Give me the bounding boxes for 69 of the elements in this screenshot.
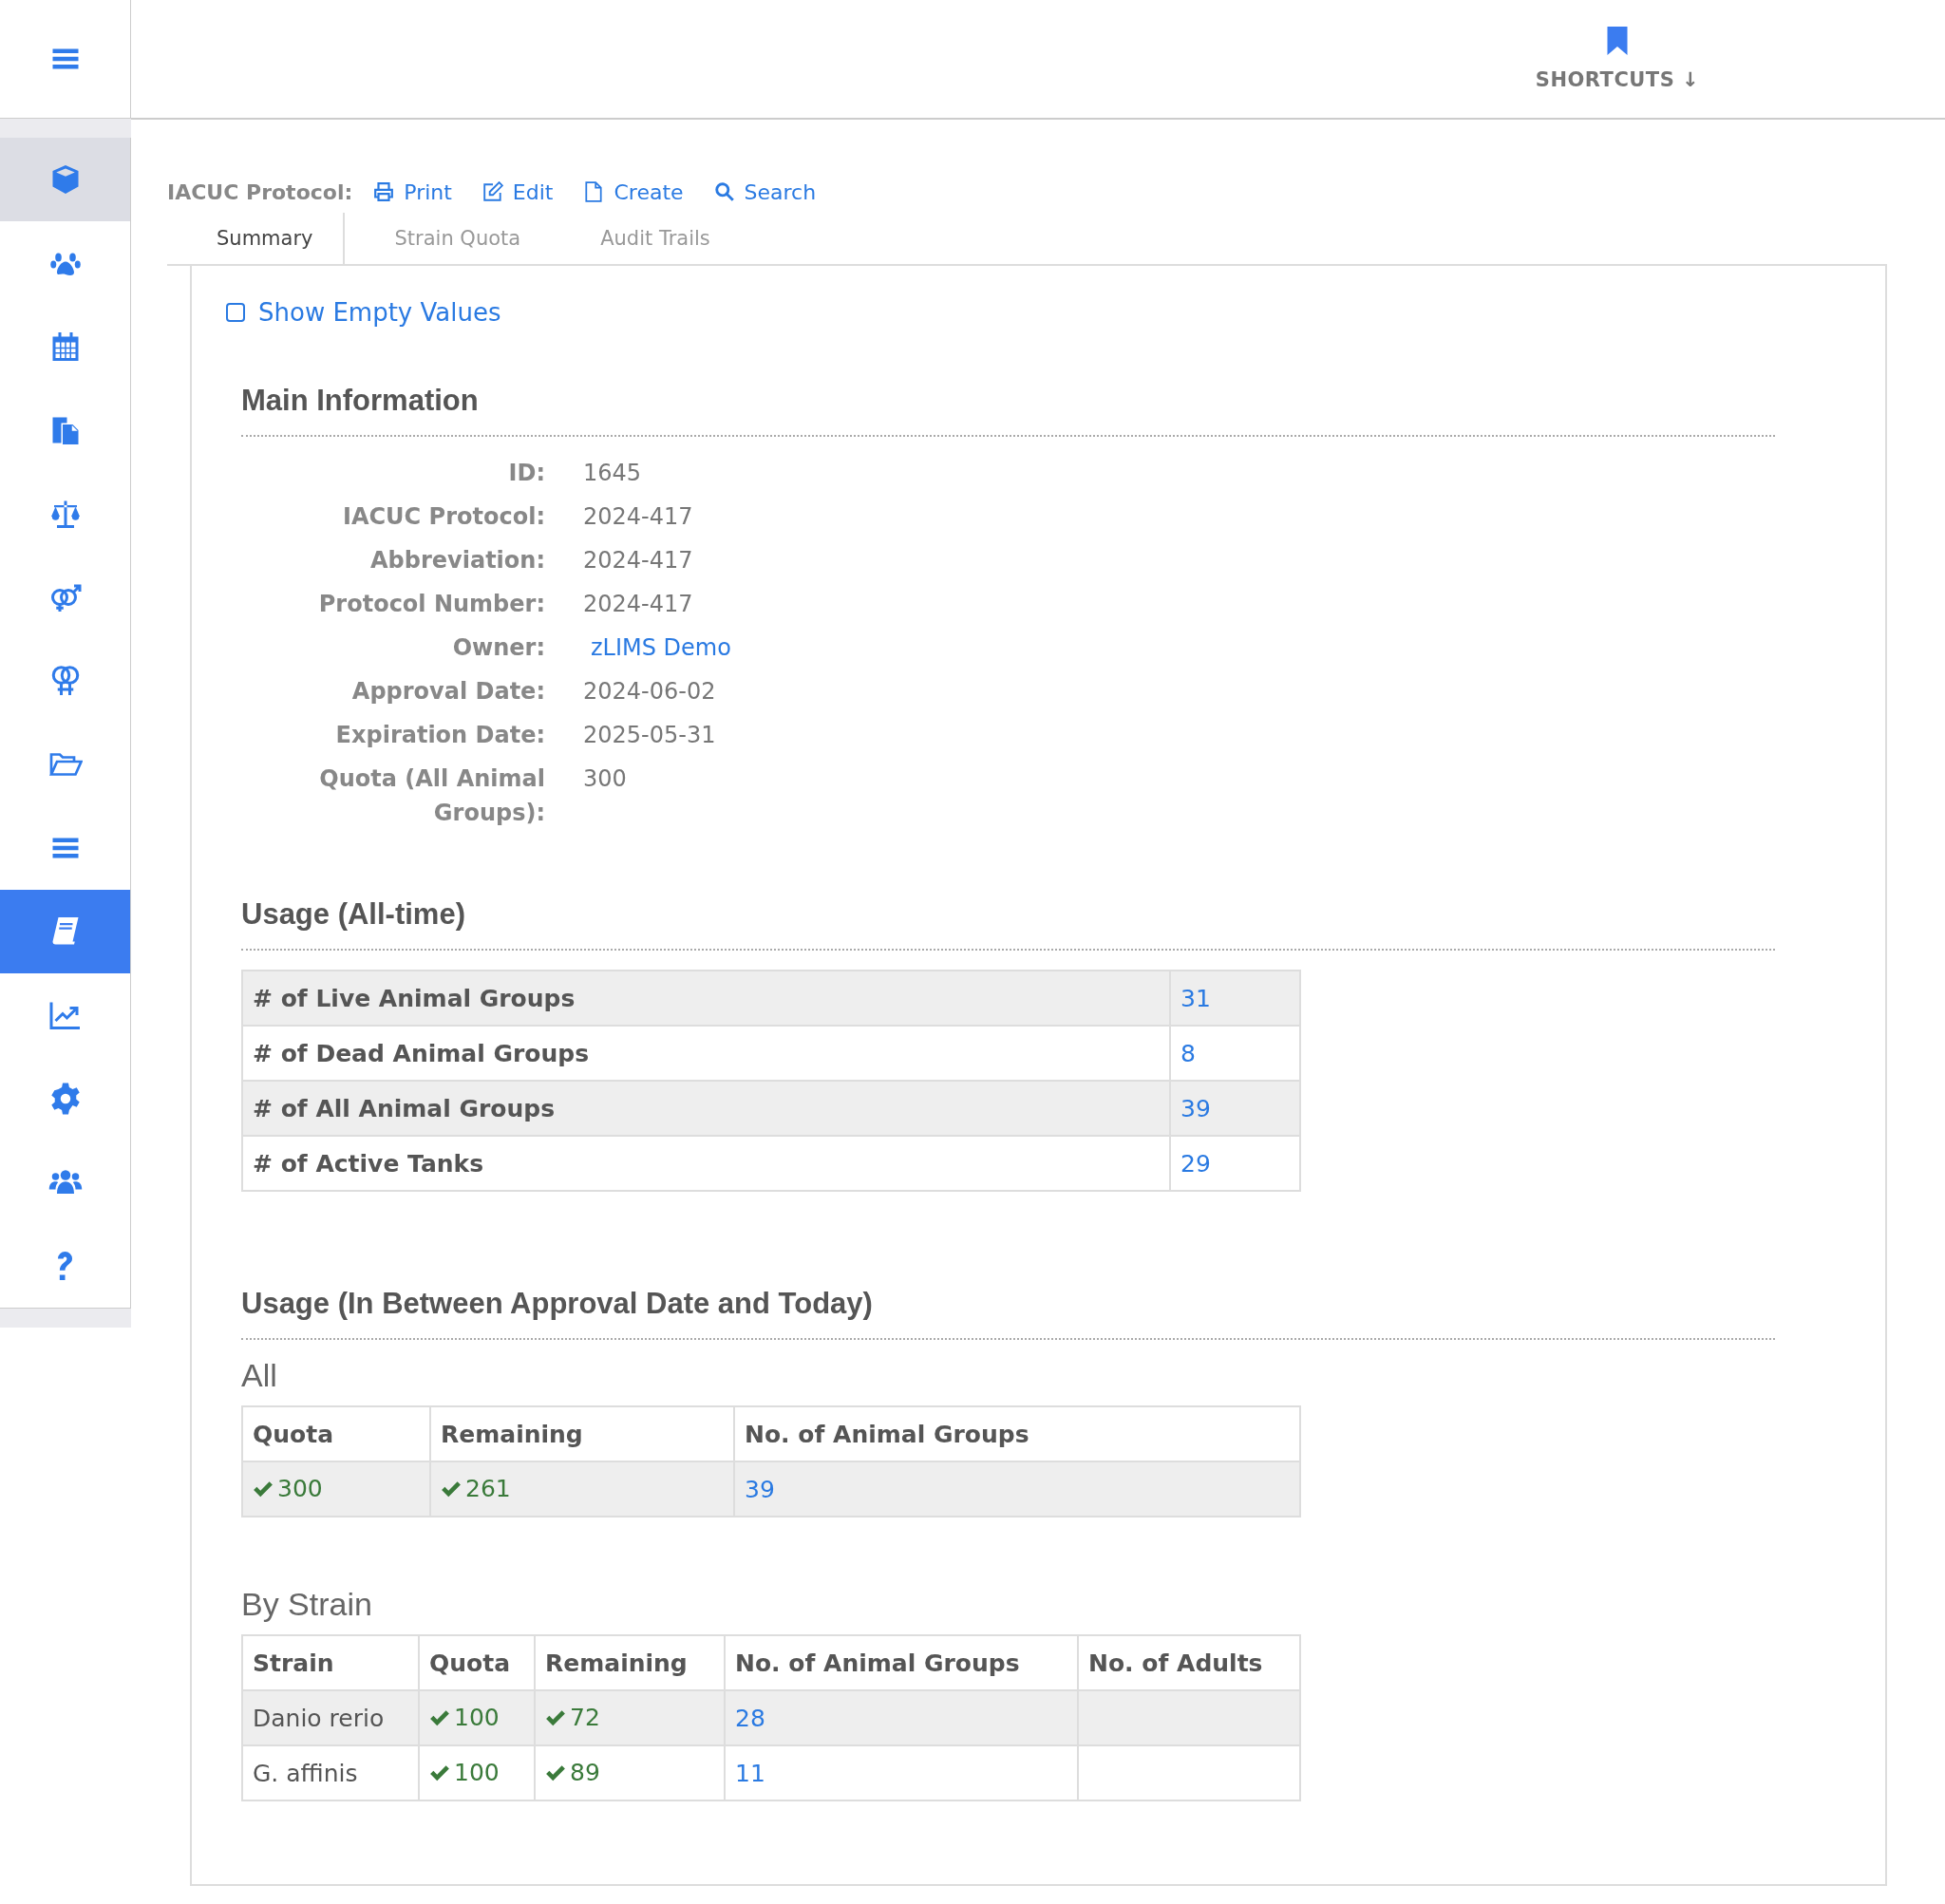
field-value: 2024-417 [583,502,694,532]
table-cell-link[interactable]: 11 [725,1745,1078,1800]
section-heading: Usage (In Between Approval Date and Today) [241,1287,1775,1340]
subsection-heading: All [241,1357,278,1394]
checkbox[interactable] [226,303,245,322]
field-label: Quota (All Animal Groups): [318,764,545,828]
toolbar-label: IACUC Protocol: [167,179,353,204]
table-cell-link[interactable]: 29 [1170,1136,1300,1191]
edit-icon [482,181,503,202]
shortcuts-button[interactable]: SHORTCUTS ↓ [1535,68,1700,91]
table-cell: # of All Animal Groups [242,1081,1170,1136]
field-label: IACUC Protocol: [342,502,545,532]
column-header: Quota [242,1406,430,1461]
cell-value: 261 [465,1475,511,1503]
column-header: Strain [242,1635,419,1690]
cell-value: 72 [570,1704,600,1732]
checkmark-icon [429,1708,450,1726]
checkmark-icon [441,1480,462,1498]
field-label: Expiration Date: [334,721,545,750]
checkmark-icon [545,1708,566,1726]
toolbar-link[interactable]: Search [713,179,817,204]
toolbar-link[interactable]: Create [583,179,684,204]
section-heading: Main Information [241,384,1775,437]
table-cell: G. affinis [242,1745,419,1800]
field-label: Approval Date: [350,677,545,707]
help-icon [57,1251,73,1281]
column-header: Remaining [430,1406,734,1461]
table-cell-link[interactable]: 39 [1170,1081,1300,1136]
tab[interactable]: Strain Quota [345,213,552,266]
table-cell: Danio rerio [242,1690,419,1745]
cell-value: 300 [277,1475,323,1503]
field-value: 2024-417 [583,546,694,575]
field-label: Abbreviation: [369,546,545,575]
cell-value: 100 [454,1704,500,1732]
checkmark-icon [545,1763,566,1781]
column-header: No. of Animal Groups [725,1635,1078,1690]
cell-value: 89 [570,1759,600,1787]
toolbar-link[interactable]: Print [373,179,452,204]
column-header: No. of Adults [1078,1635,1300,1690]
field-value: 2024-417 [583,590,694,619]
cell-value: 100 [454,1759,500,1787]
checkmark-icon [429,1763,450,1781]
field-value: 2025-05-31 [583,721,717,750]
checkbox-label[interactable]: Show Empty Values [258,298,501,327]
field-value: 1645 [583,459,643,488]
sidebar-item[interactable] [0,890,131,973]
field-label: Protocol Number: [317,590,545,619]
table-cell-link[interactable]: 28 [725,1690,1078,1745]
table-cell: # of Active Tanks [242,1136,1170,1191]
owner-link[interactable]: zLIMS Demo [583,631,1775,665]
search-icon [713,181,735,202]
bookmark-icon[interactable] [1606,27,1629,55]
document-icon [583,181,605,202]
checkmark-icon [253,1480,274,1498]
field-value: 300 [583,764,628,794]
section-heading: Usage (All-time) [241,897,1775,951]
table-cell-link[interactable]: 31 [1170,971,1300,1026]
table-cell: # of Live Animal Groups [242,971,1170,1026]
sidebar-item[interactable] [0,138,131,221]
field-label: ID: [507,459,545,488]
field-label: Owner: [451,633,545,663]
tab[interactable]: Audit Trails [551,213,741,266]
table-cell-link[interactable]: 39 [734,1461,1300,1517]
tab[interactable]: Summary [167,213,346,266]
column-header: No. of Animal Groups [734,1406,1300,1461]
subsection-heading: By Strain [241,1586,373,1623]
toolbar-link[interactable]: Edit [482,179,554,204]
printer-icon [373,181,395,202]
field-value: 2024-06-02 [583,677,717,707]
